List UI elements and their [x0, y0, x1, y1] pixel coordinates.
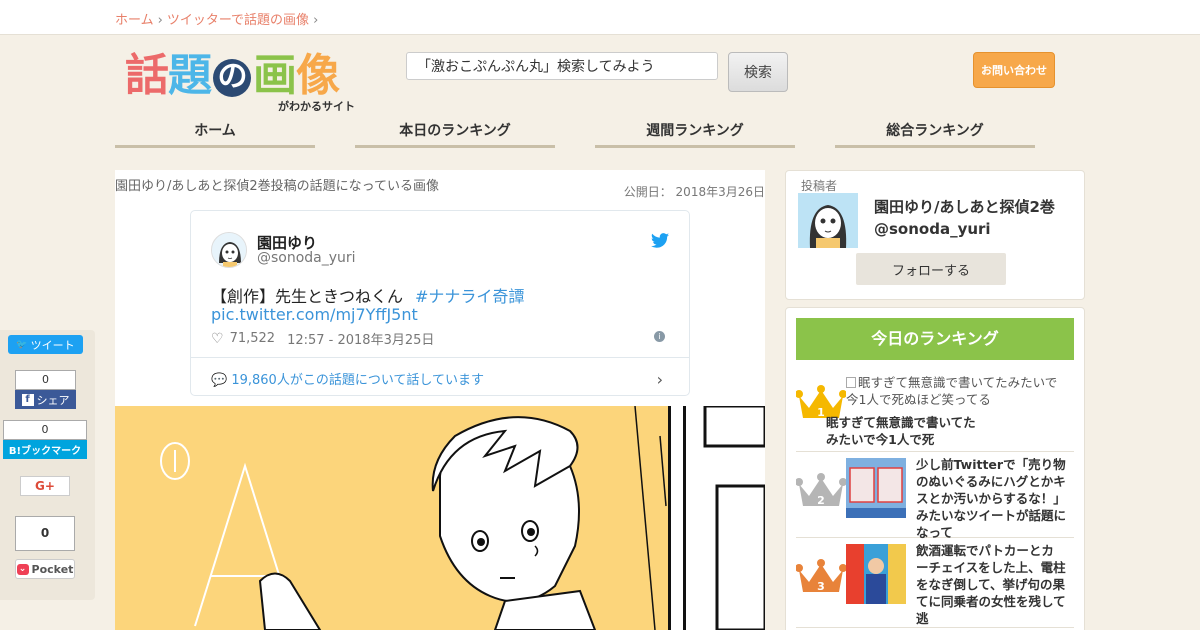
- pocket-count: 0: [15, 516, 75, 551]
- logo-char: 話: [125, 50, 169, 101]
- breadcrumb-home-link[interactable]: ホーム: [115, 13, 154, 28]
- ranking-item-2[interactable]: 2 少し前Twitterで「売り物のぬいぐるみにハグとかキスとか汚いからするな！…: [796, 452, 1074, 541]
- tweet-author-avatar[interactable]: [211, 232, 247, 268]
- tweet-like-count[interactable]: 71,522: [230, 331, 276, 346]
- rank-number: 3: [817, 580, 825, 593]
- publish-date-value: 2018年3月26日: [675, 185, 765, 199]
- manga-image[interactable]: [115, 406, 765, 630]
- tweet-conversation-link[interactable]: 💬 19,860人がこの話題について話しています ›: [191, 357, 689, 397]
- breadcrumb-category-link[interactable]: ツイッターで話題の画像: [167, 13, 309, 28]
- facebook-share-button[interactable]: f シェア: [15, 390, 76, 409]
- chevron-right-icon: ›: [656, 370, 663, 389]
- ranking-header: 今日のランキング: [796, 318, 1074, 360]
- manga-illustration: [115, 406, 765, 630]
- ranking-image-alt-text: 眠すぎて無意識で書いてたみたいで今1人で死ぬほど笑ってる: [846, 375, 1058, 407]
- breadcrumb-separator: ›: [157, 13, 163, 28]
- logo-char: 像: [296, 50, 340, 101]
- tweet-author-handle[interactable]: @sonoda_yuri: [257, 250, 356, 266]
- tweet-meta: ♡ 71,522 12:57 - 2018年3月25日: [211, 329, 434, 349]
- broken-image-icon: [846, 377, 856, 388]
- ranking-image-alt: 眠すぎて無意識で書いてたみたいで今1人で死ぬほど笑ってる: [846, 374, 1066, 408]
- ranking-item-title[interactable]: 飲酒運転でパトカーとカーチェイスをした上、電柱をなぎ倒して、挙げ句の果てに同乗者…: [916, 542, 1066, 627]
- pocket-label: Pocket: [31, 562, 74, 576]
- embedded-tweet[interactable]: 園田ゆり @sonoda_yuri 【創作】先生ときつねくん #ナナライ奇譚 pi…: [190, 210, 690, 396]
- logo-subtitle: がわかるサイト: [278, 100, 355, 113]
- bronze-crown-icon: 3: [796, 559, 846, 593]
- publish-label: 公開日：: [623, 185, 672, 199]
- post-title: 園田ゆり/あしあと探偵2巻投稿の話題になっている画像: [115, 179, 440, 194]
- logo-char: 画: [253, 50, 297, 101]
- nav-item-today-ranking[interactable]: 本日のランキング: [355, 118, 555, 148]
- tweet-timestamp[interactable]: 12:57 - 2018年3月25日: [287, 329, 434, 348]
- heart-icon[interactable]: ♡: [211, 331, 224, 347]
- tweet-hashtag-link[interactable]: #ナナライ奇譚: [415, 287, 524, 306]
- social-share-bar: 🐦 ツイート 0 f シェア 0 B!ブックマーク G+ 0 ⌄ Pocket: [0, 330, 95, 600]
- ranking-thumbnail[interactable]: [846, 458, 906, 518]
- nav-item-home[interactable]: ホーム: [115, 118, 315, 148]
- ranking-item-1[interactable]: 1 眠すぎて無意識で書いてたみたいで今1人で死ぬほど笑ってる 眠すぎて無意識で書…: [796, 370, 1074, 452]
- rank-number: 2: [817, 494, 825, 507]
- author-name[interactable]: 園田ゆり/あしあと探偵2巻: [874, 196, 1055, 217]
- info-icon[interactable]: i: [654, 331, 665, 342]
- pocket-button[interactable]: ⌄ Pocket: [15, 559, 75, 579]
- ranking-item-title[interactable]: 少し前Twitterで「売り物のぬいぐるみにハグとかキスとか汚いからするな！」み…: [916, 456, 1066, 541]
- contact-button[interactable]: お問い合わせ: [973, 52, 1055, 88]
- facebook-icon: f: [21, 393, 34, 406]
- facebook-share-count: 0: [15, 370, 76, 390]
- rank-number: 1: [817, 406, 825, 419]
- breadcrumb-separator: ›: [313, 13, 319, 28]
- ranking-item-3[interactable]: 3 飲酒運転でパトカーとカーチェイスをした上、電柱をなぎ倒して、挙げ句の果てに同…: [796, 538, 1074, 628]
- silver-crown-icon: 2: [796, 473, 846, 507]
- twitter-bird-icon: 🐦: [16, 339, 28, 350]
- tweet-media-link[interactable]: pic.twitter.com/mj7YffJ5nt: [211, 305, 418, 324]
- nav-item-weekly-ranking[interactable]: 週間ランキング: [595, 118, 795, 148]
- tweet-conversation-text: 19,860人がこの話題について話しています: [231, 373, 485, 388]
- author-handle[interactable]: @sonoda_yuri: [874, 220, 991, 238]
- top-bar: ホーム › ツイッターで話題の画像 ›: [0, 0, 1200, 35]
- pocket-icon: ⌄: [16, 563, 29, 575]
- search-input[interactable]: [406, 52, 718, 80]
- hatena-bookmark-count: 0: [3, 420, 87, 440]
- tweet-share-button[interactable]: 🐦 ツイート: [8, 335, 83, 354]
- google-plus-button[interactable]: G+: [20, 476, 70, 496]
- main-content: 園田ゆり/あしあと探偵2巻投稿の話題になっている画像 公開日： 2018年3月2…: [115, 170, 765, 630]
- tweet-text: 【創作】先生ときつねくん #ナナライ奇譚: [211, 283, 524, 307]
- author-card: 投稿者 園田ゆり/あしあと探偵2巻 @sonoda_yuri フォローする: [785, 170, 1085, 300]
- logo-char: 題: [168, 50, 212, 101]
- today-ranking-widget: 今日のランキング 1 眠すぎて無意識で書いてたみたいで今1人で死ぬほど笑ってる …: [785, 307, 1085, 630]
- logo-char: の: [213, 59, 251, 97]
- breadcrumb: ホーム › ツイッターで話題の画像 ›: [115, 9, 322, 28]
- tweet-body: 【創作】先生ときつねくん: [211, 287, 404, 306]
- search-button[interactable]: 検索: [728, 52, 788, 92]
- follow-button[interactable]: フォローする: [856, 253, 1006, 285]
- main-nav: ホーム 本日のランキング 週間ランキング 総合ランキング: [115, 118, 1075, 150]
- ranking-item-title[interactable]: 眠すぎて無意識で書いてたみたいで今1人で死: [826, 414, 976, 448]
- facebook-share-label: シェア: [36, 393, 70, 407]
- author-avatar[interactable]: [798, 193, 858, 248]
- author-label: 投稿者: [801, 179, 838, 193]
- site-logo[interactable]: 話題の画像 がわかるサイト: [125, 50, 365, 113]
- nav-item-overall-ranking[interactable]: 総合ランキング: [835, 118, 1035, 148]
- publish-date: 公開日： 2018年3月26日: [624, 183, 765, 200]
- tweet-share-label: ツイート: [30, 338, 75, 352]
- twitter-bird-icon[interactable]: [651, 233, 669, 248]
- hatena-bookmark-button[interactable]: B!ブックマーク: [3, 440, 87, 459]
- logo-title: 話題の画像: [125, 50, 365, 102]
- speech-bubble-icon: 💬: [211, 373, 228, 388]
- ranking-thumbnail[interactable]: [846, 544, 906, 604]
